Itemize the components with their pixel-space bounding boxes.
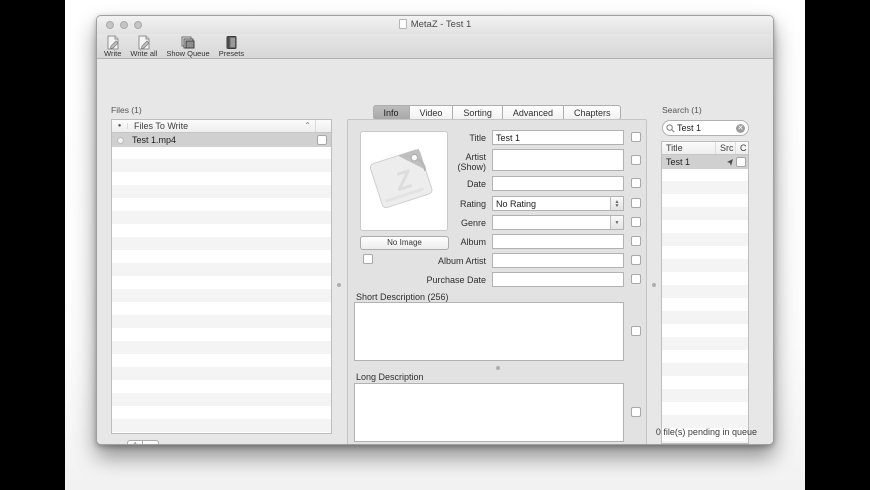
- purchase-date-label: Purchase Date: [386, 275, 486, 285]
- search-result-checkbox[interactable]: [736, 157, 746, 167]
- search-result-title: Test 1: [666, 157, 690, 167]
- show-queue-icon: [180, 35, 196, 50]
- rating-value: No Rating: [493, 199, 610, 209]
- album-label: Album: [386, 237, 486, 247]
- short-description-checkbox[interactable]: [631, 326, 641, 336]
- title-label: Title: [386, 133, 486, 143]
- remove-file-button[interactable]: −: [143, 440, 159, 445]
- long-description-textarea[interactable]: [354, 383, 624, 442]
- artist-label: Artist(Show): [386, 152, 486, 172]
- album-checkbox[interactable]: [631, 236, 641, 246]
- date-checkbox[interactable]: [631, 178, 641, 188]
- search-input[interactable]: [677, 123, 736, 133]
- search-icon: [666, 124, 675, 133]
- toolbar-item-label: Presets: [219, 50, 244, 58]
- title-input[interactable]: [492, 130, 624, 145]
- genre-combobox[interactable]: ▼: [492, 215, 624, 230]
- toolbar-item-label: Show Queue: [166, 50, 209, 58]
- genre-label: Genre: [386, 218, 486, 228]
- description-splitter-handle[interactable]: [496, 366, 500, 370]
- files-table: ● Files To Write ⌃ Test 1.mp4: [111, 119, 332, 434]
- metaz-window: MetaZ - Test 1 Write Write all Show Qu: [96, 15, 774, 445]
- files-panel-title: Files (1): [111, 105, 142, 115]
- toolbar-item-label: Write all: [130, 50, 157, 58]
- title-column-header[interactable]: Title: [662, 143, 715, 153]
- file-name: Test 1.mp4: [132, 135, 176, 145]
- rating-popup[interactable]: No Rating ▲▼: [492, 196, 624, 211]
- title-bar[interactable]: MetaZ - Test 1: [97, 16, 773, 34]
- sort-ascending-icon: ⌃: [304, 123, 311, 129]
- date-input[interactable]: [492, 176, 624, 191]
- search-result-row[interactable]: Test 1: [662, 155, 748, 169]
- window-title: MetaZ - Test 1: [97, 19, 773, 30]
- document-proxy-icon[interactable]: [399, 19, 407, 29]
- rating-checkbox[interactable]: [631, 198, 641, 208]
- genre-checkbox[interactable]: [631, 217, 641, 227]
- file-row[interactable]: Test 1.mp4: [112, 133, 331, 147]
- window-content: Files (1) ● Files To Write ⌃ Test 1.mp4: [97, 59, 773, 444]
- search-results-table: Title Src C Test 1: [661, 141, 749, 444]
- date-label: Date: [386, 179, 486, 189]
- checkbox-column-header[interactable]: [315, 120, 331, 132]
- presets-icon: [223, 35, 239, 50]
- files-table-header[interactable]: ● Files To Write ⌃: [112, 120, 331, 133]
- status-column-header[interactable]: ●: [112, 123, 128, 129]
- search-panel-title: Search (1): [662, 105, 702, 115]
- album-artist-checkbox[interactable]: [631, 255, 641, 265]
- purchase-date-input[interactable]: [492, 272, 624, 287]
- file-checkbox[interactable]: [317, 135, 327, 145]
- tab-sorting[interactable]: Sorting: [453, 105, 503, 120]
- write-icon: [105, 35, 121, 50]
- rating-label: Rating: [386, 199, 486, 209]
- write-all-icon: [136, 35, 152, 50]
- add-file-button[interactable]: +: [127, 440, 143, 445]
- presets-button[interactable]: Presets: [219, 35, 244, 58]
- title-checkbox[interactable]: [631, 132, 641, 142]
- info-tab-panel: Z No Image Title Artist(Show): [347, 119, 647, 445]
- artist-input[interactable]: [492, 149, 624, 171]
- album-artist-input[interactable]: [492, 253, 624, 268]
- combo-arrow-icon: ▼: [610, 216, 623, 229]
- short-description-textarea[interactable]: [354, 302, 624, 361]
- add-remove-control: + −: [127, 440, 159, 445]
- short-description-label: Short Description (256): [356, 292, 449, 302]
- purchase-date-checkbox[interactable]: [631, 274, 641, 284]
- file-status-dot: [117, 137, 124, 144]
- source-badge-icon: [726, 158, 734, 166]
- tab-bar: Info Video Sorting Advanced Chapters: [347, 105, 647, 120]
- artist-checkbox[interactable]: [631, 155, 641, 165]
- write-all-button[interactable]: Write all: [130, 35, 157, 58]
- long-description-label: Long Description: [356, 372, 424, 382]
- long-description-checkbox[interactable]: [631, 407, 641, 417]
- search-table-header[interactable]: Title Src C: [662, 142, 748, 155]
- tab-info[interactable]: Info: [373, 105, 410, 120]
- album-artist-label: Album Artist: [386, 256, 486, 266]
- page-background: MetaZ - Test 1 Write Write all Show Qu: [65, 0, 805, 490]
- popup-stepper-icon: ▲▼: [610, 197, 623, 210]
- left-splitter-handle[interactable]: [337, 283, 341, 287]
- search-field[interactable]: ✕: [662, 120, 749, 136]
- toolbar: Write Write all Show Queue Presets: [97, 34, 773, 59]
- artwork-checkbox[interactable]: [363, 254, 373, 264]
- src-column-header[interactable]: Src: [715, 142, 735, 154]
- toolbar-item-label: Write: [104, 50, 121, 58]
- write-button[interactable]: Write: [104, 35, 121, 58]
- tab-video[interactable]: Video: [410, 105, 454, 120]
- queue-status-text: 0 file(s) pending in queue: [656, 427, 757, 437]
- c-column-header[interactable]: C: [735, 142, 748, 154]
- album-input[interactable]: [492, 234, 624, 249]
- tab-advanced[interactable]: Advanced: [503, 105, 564, 120]
- files-to-write-column-header[interactable]: Files To Write ⌃: [128, 121, 315, 131]
- right-splitter-handle[interactable]: [652, 283, 656, 287]
- clear-search-icon[interactable]: ✕: [736, 124, 745, 133]
- tab-chapters[interactable]: Chapters: [564, 105, 622, 120]
- show-queue-button[interactable]: Show Queue: [166, 35, 209, 58]
